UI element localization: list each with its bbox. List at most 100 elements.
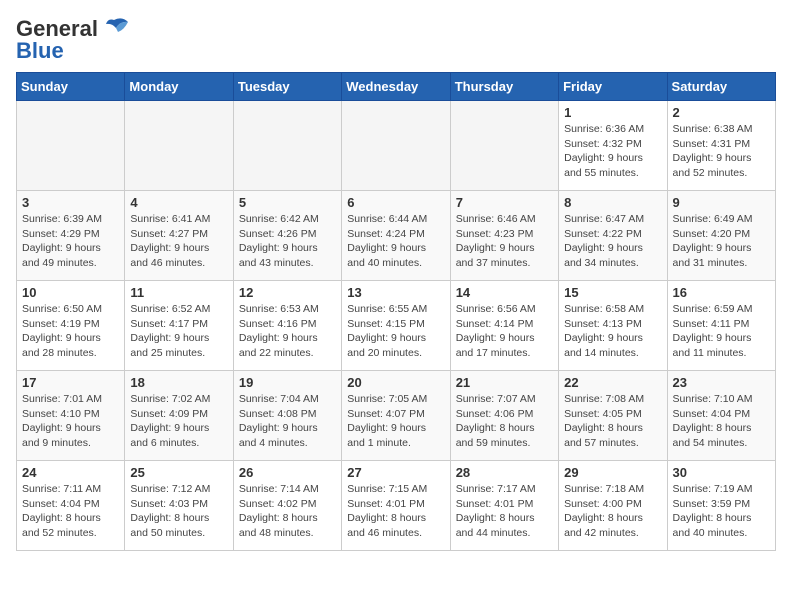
- day-info: Sunrise: 7:10 AM Sunset: 4:04 PM Dayligh…: [673, 392, 770, 451]
- calendar-cell: 8 Sunrise: 6:47 AM Sunset: 4:22 PM Daylig…: [559, 191, 667, 281]
- calendar-week-1: 1 Sunrise: 6:36 AM Sunset: 4:32 PM Daylig…: [17, 101, 776, 191]
- day-number: 17: [22, 375, 119, 390]
- day-number: 3: [22, 195, 119, 210]
- day-info: Sunrise: 6:39 AM Sunset: 4:29 PM Dayligh…: [22, 212, 119, 271]
- day-info: Sunrise: 6:59 AM Sunset: 4:11 PM Dayligh…: [673, 302, 770, 361]
- calendar-cell: 18Sunrise: 7:02 AM Sunset: 4:09 PM Dayli…: [125, 371, 233, 461]
- weekday-header-monday: Monday: [125, 73, 233, 101]
- calendar-cell: 29 Sunrise: 7:18 AM Sunset: 4:00 PM Dayli…: [559, 461, 667, 551]
- day-number: 12: [239, 285, 336, 300]
- day-number: 28: [456, 465, 553, 480]
- calendar-cell: 10 Sunrise: 6:50 AM Sunset: 4:19 PM Dayli…: [17, 281, 125, 371]
- weekday-header-saturday: Saturday: [667, 73, 775, 101]
- day-number: 29: [564, 465, 661, 480]
- day-info: Sunrise: 7:04 AM Sunset: 4:08 PM Dayligh…: [239, 392, 336, 451]
- calendar-cell: [233, 101, 341, 191]
- day-info: Sunrise: 7:05 AM Sunset: 4:07 PM Dayligh…: [347, 392, 444, 451]
- calendar-cell: 23 Sunrise: 7:10 AM Sunset: 4:04 PM Dayli…: [667, 371, 775, 461]
- day-info: Sunrise: 7:01 AM Sunset: 4:10 PM Dayligh…: [22, 392, 119, 451]
- calendar-cell: 13 Sunrise: 6:55 AM Sunset: 4:15 PM Dayli…: [342, 281, 450, 371]
- day-number: 5: [239, 195, 336, 210]
- calendar-cell: 21 Sunrise: 7:07 AM Sunset: 4:06 PM Dayli…: [450, 371, 558, 461]
- calendar-cell: 2Sunrise: 6:38 AM Sunset: 4:31 PM Daylig…: [667, 101, 775, 191]
- day-number: 26: [239, 465, 336, 480]
- day-info: Sunrise: 6:52 AM Sunset: 4:17 PM Dayligh…: [130, 302, 227, 361]
- day-number: 18: [130, 375, 227, 390]
- day-number: 19: [239, 375, 336, 390]
- day-info: Sunrise: 6:55 AM Sunset: 4:15 PM Dayligh…: [347, 302, 444, 361]
- day-info: Sunrise: 6:50 AM Sunset: 4:19 PM Dayligh…: [22, 302, 119, 361]
- calendar-cell: 3 Sunrise: 6:39 AM Sunset: 4:29 PM Daylig…: [17, 191, 125, 281]
- day-number: 16: [673, 285, 770, 300]
- calendar-cell: 19 Sunrise: 7:04 AM Sunset: 4:08 PM Dayli…: [233, 371, 341, 461]
- calendar-cell: 11 Sunrise: 6:52 AM Sunset: 4:17 PM Dayli…: [125, 281, 233, 371]
- day-number: 10: [22, 285, 119, 300]
- day-number: 2: [673, 105, 770, 120]
- calendar-week-3: 10 Sunrise: 6:50 AM Sunset: 4:19 PM Dayli…: [17, 281, 776, 371]
- day-number: 21: [456, 375, 553, 390]
- day-info: Sunrise: 6:44 AM Sunset: 4:24 PM Dayligh…: [347, 212, 444, 271]
- day-number: 30: [673, 465, 770, 480]
- day-number: 1: [564, 105, 661, 120]
- day-info: Sunrise: 6:53 AM Sunset: 4:16 PM Dayligh…: [239, 302, 336, 361]
- calendar-cell: 14 Sunrise: 6:56 AM Sunset: 4:14 PM Dayli…: [450, 281, 558, 371]
- day-number: 8: [564, 195, 661, 210]
- header: General Blue: [16, 16, 776, 64]
- day-number: 22: [564, 375, 661, 390]
- day-number: 15: [564, 285, 661, 300]
- calendar-cell: 27Sunrise: 7:15 AM Sunset: 4:01 PM Dayli…: [342, 461, 450, 551]
- day-info: Sunrise: 7:08 AM Sunset: 4:05 PM Dayligh…: [564, 392, 661, 451]
- day-info: Sunrise: 6:42 AM Sunset: 4:26 PM Dayligh…: [239, 212, 336, 271]
- day-number: 7: [456, 195, 553, 210]
- day-info: Sunrise: 6:49 AM Sunset: 4:20 PM Dayligh…: [673, 212, 770, 271]
- logo-bird-icon: [98, 16, 130, 42]
- logo-blue-text: Blue: [16, 38, 64, 64]
- weekday-header-tuesday: Tuesday: [233, 73, 341, 101]
- weekday-header-wednesday: Wednesday: [342, 73, 450, 101]
- day-info: Sunrise: 7:17 AM Sunset: 4:01 PM Dayligh…: [456, 482, 553, 541]
- calendar-cell: 7 Sunrise: 6:46 AM Sunset: 4:23 PM Daylig…: [450, 191, 558, 281]
- day-info: Sunrise: 7:11 AM Sunset: 4:04 PM Dayligh…: [22, 482, 119, 541]
- logo: General Blue: [16, 16, 130, 64]
- day-info: Sunrise: 6:46 AM Sunset: 4:23 PM Dayligh…: [456, 212, 553, 271]
- day-number: 13: [347, 285, 444, 300]
- calendar-cell: 4Sunrise: 6:41 AM Sunset: 4:27 PM Daylig…: [125, 191, 233, 281]
- calendar-cell: [125, 101, 233, 191]
- day-info: Sunrise: 6:47 AM Sunset: 4:22 PM Dayligh…: [564, 212, 661, 271]
- calendar-cell: 24 Sunrise: 7:11 AM Sunset: 4:04 PM Dayli…: [17, 461, 125, 551]
- calendar-table: SundayMondayTuesdayWednesdayThursdayFrid…: [16, 72, 776, 551]
- calendar-cell: [342, 101, 450, 191]
- calendar-cell: 15 Sunrise: 6:58 AM Sunset: 4:13 PM Dayli…: [559, 281, 667, 371]
- day-number: 14: [456, 285, 553, 300]
- calendar-cell: 12 Sunrise: 6:53 AM Sunset: 4:16 PM Dayli…: [233, 281, 341, 371]
- day-number: 20: [347, 375, 444, 390]
- day-info: Sunrise: 7:07 AM Sunset: 4:06 PM Dayligh…: [456, 392, 553, 451]
- day-info: Sunrise: 6:58 AM Sunset: 4:13 PM Dayligh…: [564, 302, 661, 361]
- calendar-cell: 26 Sunrise: 7:14 AM Sunset: 4:02 PM Dayli…: [233, 461, 341, 551]
- calendar-cell: 30Sunrise: 7:19 AM Sunset: 3:59 PM Dayli…: [667, 461, 775, 551]
- calendar-cell: 1 Sunrise: 6:36 AM Sunset: 4:32 PM Daylig…: [559, 101, 667, 191]
- day-info: Sunrise: 7:15 AM Sunset: 4:01 PM Dayligh…: [347, 482, 444, 541]
- day-info: Sunrise: 6:36 AM Sunset: 4:32 PM Dayligh…: [564, 122, 661, 181]
- calendar-cell: [17, 101, 125, 191]
- day-info: Sunrise: 7:14 AM Sunset: 4:02 PM Dayligh…: [239, 482, 336, 541]
- calendar-cell: 6 Sunrise: 6:44 AM Sunset: 4:24 PM Daylig…: [342, 191, 450, 281]
- day-number: 6: [347, 195, 444, 210]
- day-number: 24: [22, 465, 119, 480]
- calendar-cell: 28 Sunrise: 7:17 AM Sunset: 4:01 PM Dayli…: [450, 461, 558, 551]
- calendar-week-2: 3 Sunrise: 6:39 AM Sunset: 4:29 PM Daylig…: [17, 191, 776, 281]
- day-info: Sunrise: 7:18 AM Sunset: 4:00 PM Dayligh…: [564, 482, 661, 541]
- calendar-cell: 20 Sunrise: 7:05 AM Sunset: 4:07 PM Dayli…: [342, 371, 450, 461]
- calendar-cell: 22 Sunrise: 7:08 AM Sunset: 4:05 PM Dayli…: [559, 371, 667, 461]
- weekday-header-thursday: Thursday: [450, 73, 558, 101]
- calendar-cell: 17 Sunrise: 7:01 AM Sunset: 4:10 PM Dayli…: [17, 371, 125, 461]
- calendar-week-5: 24 Sunrise: 7:11 AM Sunset: 4:04 PM Dayli…: [17, 461, 776, 551]
- weekday-header-friday: Friday: [559, 73, 667, 101]
- day-info: Sunrise: 7:12 AM Sunset: 4:03 PM Dayligh…: [130, 482, 227, 541]
- calendar-cell: 9Sunrise: 6:49 AM Sunset: 4:20 PM Daylig…: [667, 191, 775, 281]
- day-number: 11: [130, 285, 227, 300]
- day-number: 4: [130, 195, 227, 210]
- weekday-header-sunday: Sunday: [17, 73, 125, 101]
- day-number: 23: [673, 375, 770, 390]
- day-info: Sunrise: 6:56 AM Sunset: 4:14 PM Dayligh…: [456, 302, 553, 361]
